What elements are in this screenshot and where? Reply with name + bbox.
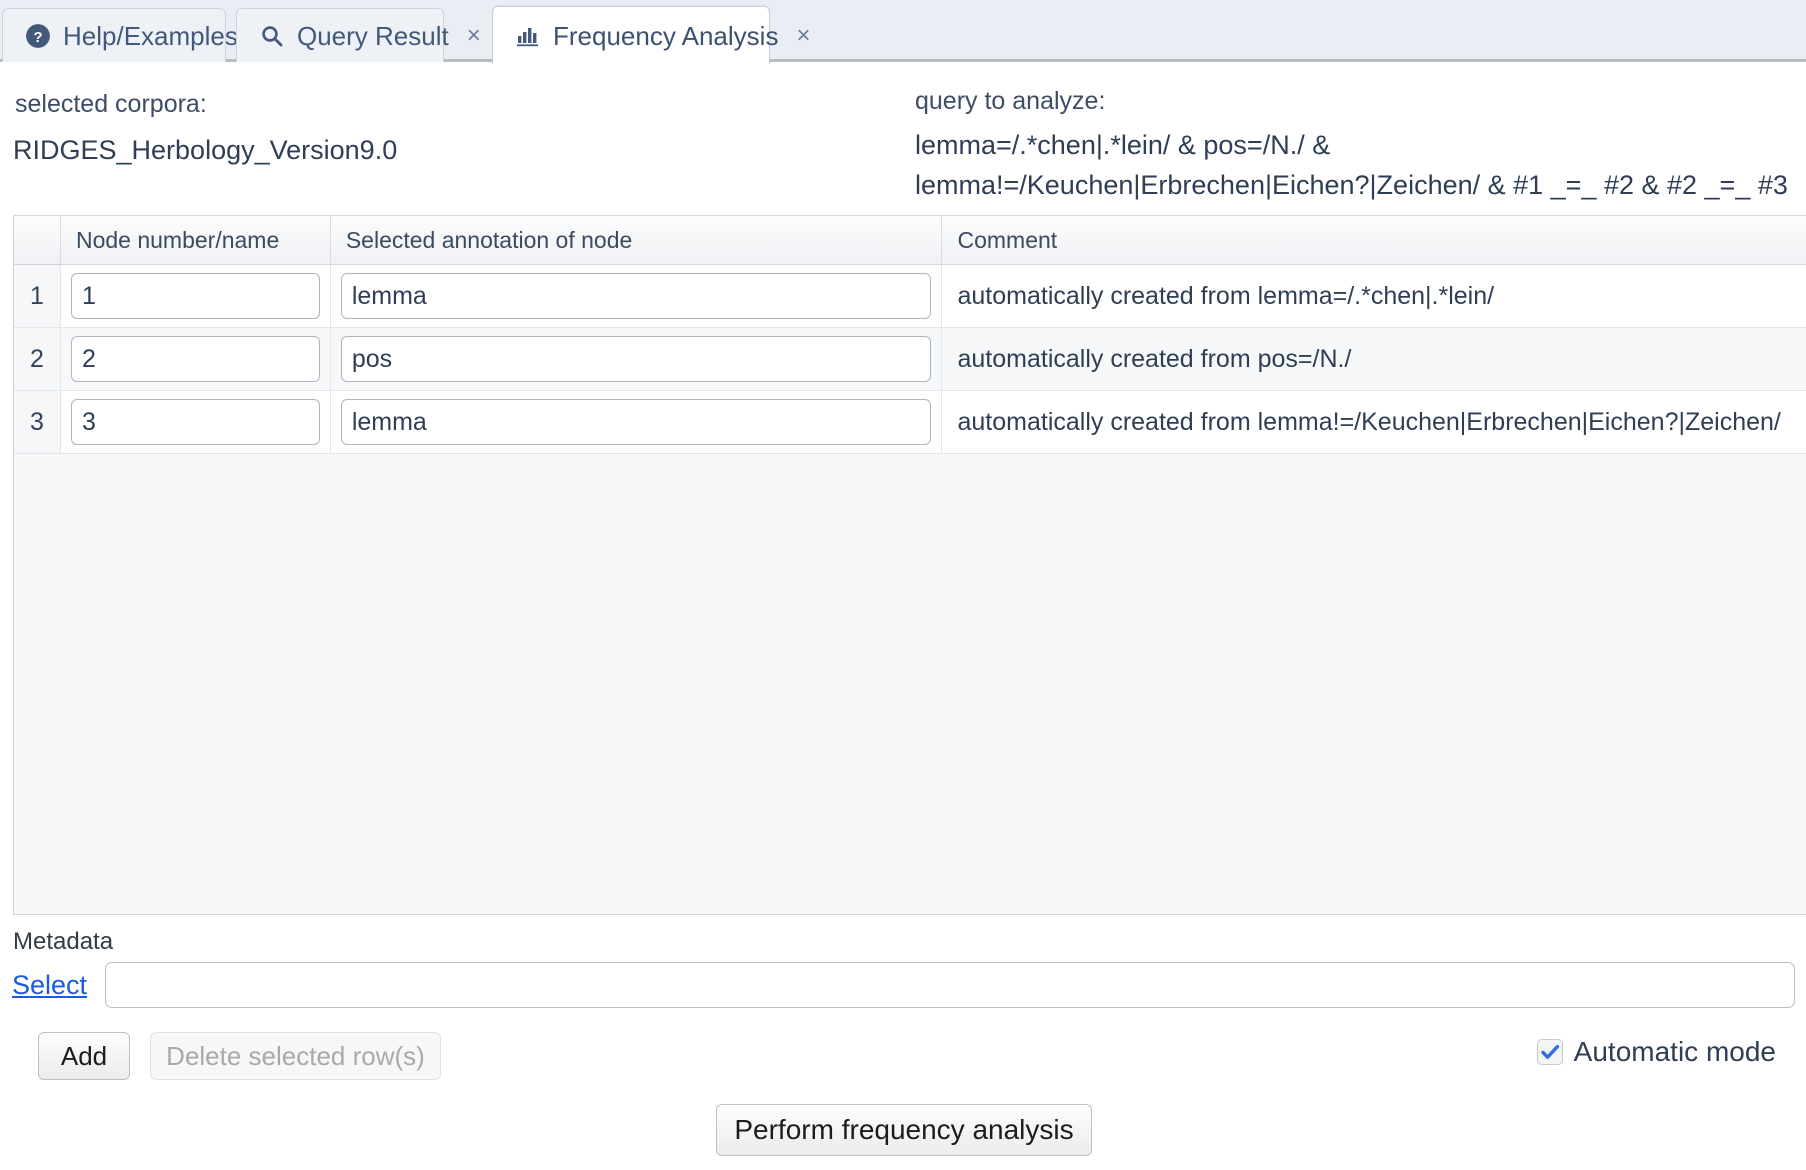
node-number-cell xyxy=(61,328,331,390)
tab-label: Help/Examples xyxy=(63,20,238,51)
node-number-input[interactable] xyxy=(70,273,320,319)
tab-label: Query Result xyxy=(297,20,449,51)
query-to-analyze-label: query to analyze: xyxy=(915,87,1106,115)
annotation-input[interactable] xyxy=(340,273,932,319)
annotation-input[interactable] xyxy=(340,399,932,445)
tab-frequency-analysis[interactable]: Frequency Analysis × xyxy=(492,6,810,64)
query-info-area: selected corpora: RIDGES_Herbology_Versi… xyxy=(0,62,1806,210)
comment-cell: automatically created from lemma!=/Keuch… xyxy=(957,407,1781,436)
column-header-comment[interactable]: Comment xyxy=(942,216,1806,264)
column-header-annotation[interactable]: Selected annotation of node xyxy=(331,216,943,264)
metadata-input[interactable] xyxy=(105,962,1795,1008)
frequency-definition-table: Node number/name Selected annotation of … xyxy=(13,215,1806,915)
selected-corpora-label: selected corpora: xyxy=(15,90,207,118)
automatic-mode-toggle[interactable]: Automatic mode xyxy=(1536,1036,1776,1068)
table-row[interactable]: 3 automatically created from lemma!=/Keu… xyxy=(14,391,1806,454)
comment-cell: automatically created from pos=/N./ xyxy=(957,344,1352,373)
table-row[interactable]: 1 automatically created from lemma=/.*ch… xyxy=(14,265,1806,328)
table-header-row: Node number/name Selected annotation of … xyxy=(14,216,1806,265)
row-index: 3 xyxy=(14,391,61,453)
tab-label: Frequency Analysis xyxy=(553,20,779,51)
table-row[interactable]: 2 automatically created from pos=/N./ xyxy=(14,328,1806,391)
tab-help-examples[interactable]: ? Help/Examples xyxy=(2,8,238,62)
tab-bar: ? Help/Examples Query Result × Frequency… xyxy=(0,0,1806,64)
annotation-cell xyxy=(331,391,943,453)
close-icon[interactable]: × xyxy=(796,23,810,48)
metadata-label: Metadata xyxy=(13,928,114,955)
query-text-line-2: lemma!=/Keuchen|Erbrechen|Eichen?|Zeiche… xyxy=(915,170,1788,200)
search-icon xyxy=(259,23,285,49)
column-header-node[interactable]: Node number/name xyxy=(61,216,331,264)
help-circle-icon: ? xyxy=(25,23,51,49)
row-index: 2 xyxy=(14,328,61,390)
table-empty-area xyxy=(14,454,1806,914)
annotation-input[interactable] xyxy=(340,336,932,382)
annotation-cell xyxy=(331,265,943,327)
delete-selected-rows-button[interactable]: Delete selected row(s) xyxy=(150,1032,441,1080)
node-number-cell xyxy=(61,391,331,453)
add-button[interactable]: Add xyxy=(38,1032,130,1080)
column-header-index xyxy=(14,216,61,264)
query-text-line-1: lemma=/.*chen|.*lein/ & pos=/N./ & xyxy=(915,130,1331,160)
automatic-mode-label: Automatic mode xyxy=(1573,1036,1776,1067)
close-icon[interactable]: × xyxy=(467,23,481,48)
perform-frequency-analysis-button[interactable]: Perform frequency analysis xyxy=(716,1104,1092,1156)
annotation-cell xyxy=(331,328,943,390)
tab-query-result[interactable]: Query Result × xyxy=(236,8,481,62)
checkbox-checked-icon[interactable] xyxy=(1536,1039,1563,1065)
row-index: 1 xyxy=(14,265,61,327)
node-number-input[interactable] xyxy=(70,399,320,445)
comment-cell: automatically created from lemma=/.*chen… xyxy=(957,281,1495,310)
metadata-select-link[interactable]: Select xyxy=(12,970,87,1001)
node-number-cell xyxy=(61,265,331,327)
node-number-input[interactable] xyxy=(70,336,320,382)
selected-corpora-value: RIDGES_Herbology_Version9.0 xyxy=(13,135,398,165)
bar-chart-icon xyxy=(515,23,541,49)
svg-text:?: ? xyxy=(33,28,42,45)
